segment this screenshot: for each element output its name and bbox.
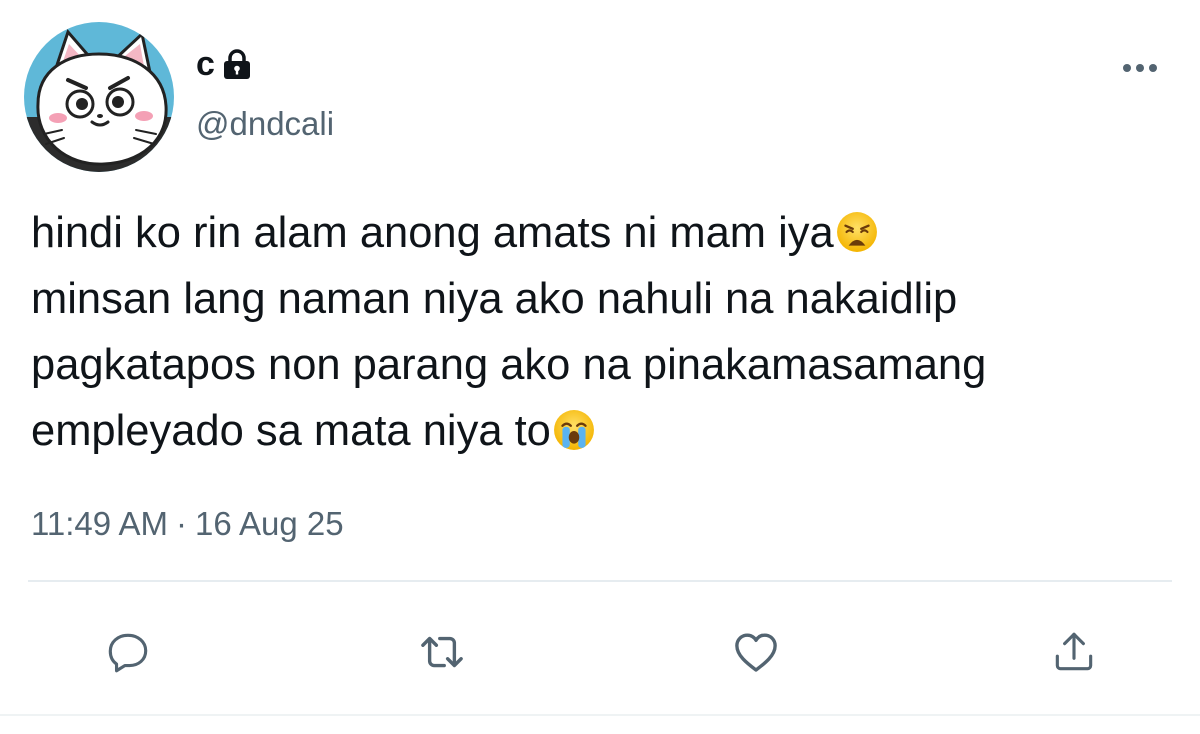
more-dot — [1136, 64, 1144, 72]
weary-face-emoji — [836, 212, 877, 252]
avatar[interactable] — [24, 22, 174, 172]
like-button[interactable] — [728, 624, 784, 680]
tweet-line: empleyado sa mata niya to — [31, 398, 1181, 464]
bottom-border — [0, 714, 1200, 716]
divider — [28, 580, 1172, 582]
cat-avatar — [24, 22, 174, 172]
lock-icon — [223, 49, 250, 79]
tweet-line: pagkatapos non parang ako na pinakamasam… — [31, 341, 987, 389]
tweet-date: 16 Aug 25 — [194, 505, 344, 542]
loudly-crying-face-emoji — [553, 410, 594, 450]
tweet-line-text: hindi ko rin alam anong amats ni mam iya — [31, 209, 834, 257]
tweet-timestamp[interactable]: 11:49 AM · 16 Aug 25 — [31, 502, 344, 546]
share-icon — [1055, 632, 1093, 671]
tweet-text: hindi ko rin alam anong amats ni mam iya… — [31, 200, 1181, 464]
more-options-button[interactable] — [1116, 56, 1164, 80]
more-dots-icon — [1123, 64, 1131, 72]
retweet-icon — [421, 636, 463, 668]
reply-button[interactable] — [100, 624, 156, 680]
like-icon — [735, 633, 777, 672]
action-bar — [0, 620, 1200, 680]
display-name-row: c — [196, 44, 251, 84]
tweet-line: minsan lang naman niya ako nahuli na nak… — [31, 275, 958, 323]
reply-icon — [108, 633, 148, 673]
tweet-line-text: empleyado sa mata niya to — [31, 407, 551, 455]
tweet-line: hindi ko rin alam anong amats ni mam iya — [31, 200, 1181, 266]
retweet-button[interactable] — [414, 624, 470, 680]
display-name[interactable]: c — [196, 44, 215, 84]
more-dot — [1149, 64, 1157, 72]
tweet-time: 11:49 AM — [31, 505, 168, 542]
handle[interactable]: @dndcali — [196, 104, 334, 144]
share-button[interactable] — [1046, 624, 1102, 680]
meta-separator: · — [175, 505, 187, 542]
